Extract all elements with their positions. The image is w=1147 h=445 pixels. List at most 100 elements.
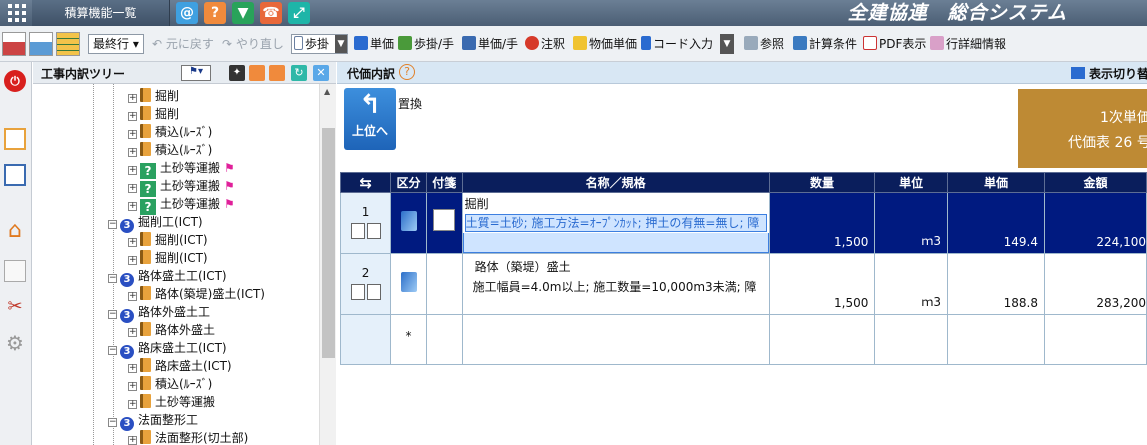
name-cell[interactable]: [461, 314, 770, 365]
expand-toggle-icon[interactable]: +: [128, 166, 137, 175]
expand-toggle-icon[interactable]: −: [108, 220, 117, 229]
tree-scrollbar[interactable]: ▲: [319, 84, 336, 445]
undo-button[interactable]: ↶ 元に戻す: [152, 35, 214, 53]
beginner-icon[interactable]: ▼: [232, 2, 254, 24]
final-row-select[interactable]: 最終行 ▾: [88, 34, 144, 54]
amount-cell[interactable]: 283,200: [1044, 253, 1147, 315]
home-icon[interactable]: ⌂: [4, 220, 26, 242]
col-amount[interactable]: 金額: [1044, 172, 1147, 193]
spec-input-area[interactable]: [462, 233, 769, 253]
col-fusen[interactable]: 付箋: [425, 172, 463, 193]
hokake-select[interactable]: 歩掛 ▼: [291, 34, 348, 54]
construction-tree[interactable]: + 掘削 + 掘削 + 積込(ﾙｰｽﾞ) + 積込(ﾙｰｽﾞ) +? 土砂等運搬 ⚑ +? 土砂等運搬 ⚑…: [33, 84, 319, 445]
tree-item[interactable]: + 法面整形(切土部): [128, 429, 248, 445]
window-icon[interactable]: [4, 164, 26, 186]
tools-icon[interactable]: ✂: [4, 296, 26, 318]
delete-row-icon[interactable]: [2, 32, 26, 56]
expand-toggle-icon[interactable]: +: [128, 202, 137, 211]
kubun-cell[interactable]: [390, 192, 427, 254]
document-icon[interactable]: [4, 260, 26, 282]
tree-item[interactable]: + 積込(ﾙｰｽﾞ): [128, 141, 212, 159]
expand-toggle-icon[interactable]: +: [128, 400, 137, 409]
pin-icon[interactable]: ✦: [229, 65, 245, 81]
price-cell[interactable]: [946, 314, 1046, 365]
table-icon[interactable]: [56, 32, 80, 56]
tree-item[interactable]: −3 掘削工(ICT): [108, 213, 203, 233]
expand-toggle-icon[interactable]: +: [128, 436, 137, 445]
tanka-te-button[interactable]: 単価/手: [462, 35, 518, 53]
expand-toggle-icon[interactable]: +: [128, 148, 137, 157]
sansho-button[interactable]: 参照: [744, 35, 784, 53]
tree-item[interactable]: −3 路体外盛土工: [108, 303, 210, 323]
name-cell[interactable]: 路体（築堤）盛土 施工幅員=4.0m以上; 施工数量=10,000m3未満; 障: [461, 253, 770, 315]
kubun-cell[interactable]: [390, 253, 427, 315]
scroll-thumb[interactable]: [322, 128, 335, 358]
replace-label[interactable]: 置換: [398, 95, 422, 112]
expand-toggle-icon[interactable]: +: [128, 112, 137, 121]
code-input-dropdown[interactable]: ▼: [720, 34, 734, 54]
qty-cell[interactable]: [768, 314, 876, 365]
chuushaku-button[interactable]: 注釈: [525, 35, 565, 53]
qty-cell[interactable]: 1,500: [768, 253, 876, 315]
edit-row-icon[interactable]: [29, 32, 53, 56]
name-cell[interactable]: 掘削 土質=土砂; 施工方法=ｵｰﾌﾟﾝｶｯﾄ; 押土の有無=無し; 障: [461, 192, 770, 254]
keisan-joken-button[interactable]: 計算条件: [793, 35, 857, 53]
refresh-icon[interactable]: ↻: [291, 65, 307, 81]
folder-open-icon[interactable]: [249, 65, 265, 81]
flag-filter-button[interactable]: ⚑▾: [181, 65, 211, 81]
tree-structure-icon[interactable]: [4, 128, 26, 150]
up-level-button[interactable]: ↰ 上位へ: [344, 88, 396, 150]
tree-item[interactable]: + 土砂等運搬: [128, 393, 215, 411]
expand-toggle-icon[interactable]: +: [128, 328, 137, 337]
expand-toggle-icon[interactable]: +: [128, 184, 137, 193]
tree-item[interactable]: −3 法面整形工: [108, 411, 198, 431]
expand-toggle-icon[interactable]: −: [108, 310, 117, 319]
table-row[interactable]: 1 掘削 土質=土砂; 施工方法=ｵｰﾌﾟﾝｶｯﾄ; 押土の有無=無し; 障 1…: [339, 192, 1147, 254]
unit-cell[interactable]: ｍ3: [874, 253, 948, 315]
expand-toggle-icon[interactable]: +: [128, 292, 137, 301]
expand-toggle-icon[interactable]: +: [128, 364, 137, 373]
expand-toggle-icon[interactable]: −: [108, 346, 117, 355]
tree-item[interactable]: + 積込(ﾙｰｽﾞ): [128, 123, 212, 141]
expand-toggle-icon[interactable]: +: [128, 94, 137, 103]
folder-close-icon[interactable]: [269, 65, 285, 81]
fusen-cell[interactable]: [425, 253, 463, 315]
support-icon[interactable]: ☎: [260, 2, 282, 24]
tree-item[interactable]: + 積込(ﾙｰｽﾞ): [128, 375, 212, 393]
expand-toggle-icon[interactable]: +: [128, 238, 137, 247]
row-detail-icon[interactable]: [366, 223, 381, 239]
code-input-button[interactable]: コード入力: [641, 35, 713, 53]
help-icon[interactable]: ?: [204, 2, 226, 24]
flag-icon[interactable]: ⚑: [224, 195, 235, 213]
flag-icon[interactable]: ⚑: [224, 177, 235, 195]
tree-item[interactable]: + 掘削(ICT): [128, 231, 208, 249]
flag-icon[interactable]: ⚑: [224, 159, 235, 177]
sticky-note-box[interactable]: [432, 209, 455, 231]
mail-icon[interactable]: @: [176, 2, 198, 24]
new-row[interactable]: *: [339, 314, 1147, 365]
row-number-cell[interactable]: 1: [339, 192, 392, 254]
hokake-te-button[interactable]: 歩掛/手: [398, 35, 454, 53]
tree-item[interactable]: −3 路体盛土工(ICT): [108, 267, 227, 287]
app-title[interactable]: 積算機能一覧: [32, 0, 170, 26]
scroll-up-icon[interactable]: ▲: [324, 87, 330, 96]
tree-item[interactable]: +? 土砂等運搬 ⚑: [128, 159, 235, 179]
price-cell[interactable]: 188.8: [946, 253, 1046, 315]
display-switch-button[interactable]: 表示切り替: [1071, 65, 1147, 82]
fusen-cell[interactable]: [425, 314, 463, 365]
amount-cell[interactable]: 224,100: [1044, 192, 1147, 254]
tree-item[interactable]: −3 路床盛土工(ICT): [108, 339, 227, 359]
table-row[interactable]: 2 路体（築堤）盛土 施工幅員=4.0m以上; 施工数量=10,000m3未満;…: [339, 253, 1147, 315]
pdf-button[interactable]: PDF表示: [863, 35, 926, 53]
unit-cell[interactable]: ｍ3: [874, 192, 948, 254]
col-unit[interactable]: 単位: [874, 172, 948, 193]
close-tree-icon[interactable]: ✕: [313, 65, 329, 81]
row-detail-icon[interactable]: [366, 284, 381, 300]
col-name[interactable]: 名称／規格: [461, 172, 770, 193]
app-grid-icon[interactable]: [8, 4, 26, 22]
row-detail-button[interactable]: 行詳細情報: [930, 35, 1006, 53]
expand-toggle-icon[interactable]: +: [128, 130, 137, 139]
spec-input[interactable]: 土質=土砂; 施工方法=ｵｰﾌﾟﾝｶｯﾄ; 押土の有無=無し; 障: [464, 214, 767, 232]
bukka-tanka-button[interactable]: 物価単価: [573, 35, 637, 53]
col-price[interactable]: 単価: [946, 172, 1046, 193]
